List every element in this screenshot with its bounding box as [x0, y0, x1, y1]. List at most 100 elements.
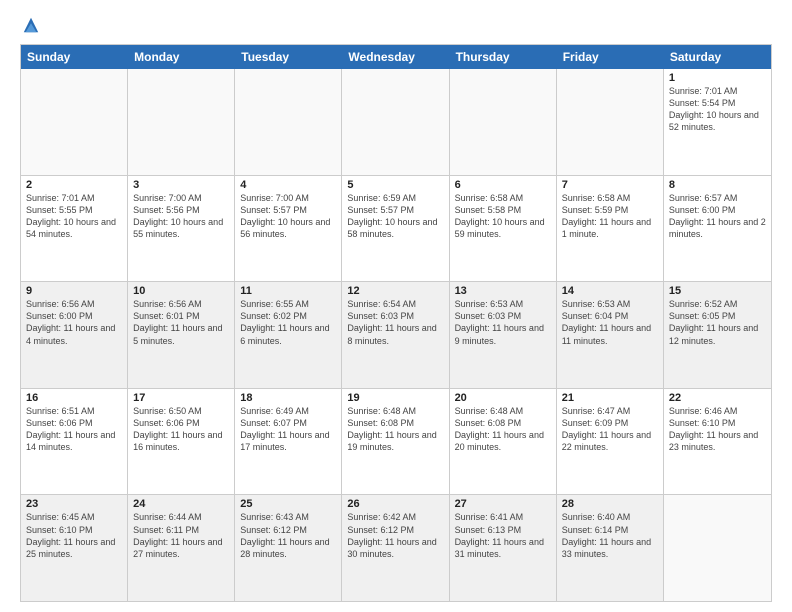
weekday-header: Thursday — [450, 45, 557, 69]
calendar-row: 2Sunrise: 7:01 AM Sunset: 5:55 PM Daylig… — [21, 176, 771, 283]
weekday-header: Friday — [557, 45, 664, 69]
day-number: 1 — [669, 72, 766, 84]
calendar-body: 1Sunrise: 7:01 AM Sunset: 5:54 PM Daylig… — [21, 69, 771, 601]
calendar-cell — [664, 495, 771, 601]
day-info: Sunrise: 6:46 AM Sunset: 6:10 PM Dayligh… — [669, 405, 766, 454]
logo — [20, 16, 40, 34]
calendar-cell — [557, 69, 664, 175]
day-number: 14 — [562, 285, 658, 297]
calendar-row: 9Sunrise: 6:56 AM Sunset: 6:00 PM Daylig… — [21, 282, 771, 389]
day-info: Sunrise: 6:45 AM Sunset: 6:10 PM Dayligh… — [26, 511, 122, 560]
day-info: Sunrise: 6:51 AM Sunset: 6:06 PM Dayligh… — [26, 405, 122, 454]
day-info: Sunrise: 6:56 AM Sunset: 6:00 PM Dayligh… — [26, 298, 122, 347]
page: SundayMondayTuesdayWednesdayThursdayFrid… — [0, 0, 792, 612]
day-number: 23 — [26, 498, 122, 510]
day-info: Sunrise: 6:44 AM Sunset: 6:11 PM Dayligh… — [133, 511, 229, 560]
day-info: Sunrise: 6:52 AM Sunset: 6:05 PM Dayligh… — [669, 298, 766, 347]
day-info: Sunrise: 6:47 AM Sunset: 6:09 PM Dayligh… — [562, 405, 658, 454]
calendar-cell: 5Sunrise: 6:59 AM Sunset: 5:57 PM Daylig… — [342, 176, 449, 282]
day-number: 10 — [133, 285, 229, 297]
day-number: 16 — [26, 392, 122, 404]
day-number: 17 — [133, 392, 229, 404]
calendar-cell: 13Sunrise: 6:53 AM Sunset: 6:03 PM Dayli… — [450, 282, 557, 388]
day-info: Sunrise: 6:55 AM Sunset: 6:02 PM Dayligh… — [240, 298, 336, 347]
calendar-cell: 3Sunrise: 7:00 AM Sunset: 5:56 PM Daylig… — [128, 176, 235, 282]
day-number: 18 — [240, 392, 336, 404]
calendar-cell: 4Sunrise: 7:00 AM Sunset: 5:57 PM Daylig… — [235, 176, 342, 282]
calendar-cell: 6Sunrise: 6:58 AM Sunset: 5:58 PM Daylig… — [450, 176, 557, 282]
calendar-cell: 24Sunrise: 6:44 AM Sunset: 6:11 PM Dayli… — [128, 495, 235, 601]
day-number: 13 — [455, 285, 551, 297]
day-number: 7 — [562, 179, 658, 191]
day-info: Sunrise: 7:00 AM Sunset: 5:56 PM Dayligh… — [133, 192, 229, 241]
day-info: Sunrise: 7:01 AM Sunset: 5:54 PM Dayligh… — [669, 85, 766, 134]
logo-icon — [22, 16, 40, 34]
day-info: Sunrise: 6:53 AM Sunset: 6:04 PM Dayligh… — [562, 298, 658, 347]
weekday-header: Saturday — [664, 45, 771, 69]
calendar-cell: 20Sunrise: 6:48 AM Sunset: 6:08 PM Dayli… — [450, 389, 557, 495]
day-number: 12 — [347, 285, 443, 297]
day-number: 20 — [455, 392, 551, 404]
calendar-cell: 7Sunrise: 6:58 AM Sunset: 5:59 PM Daylig… — [557, 176, 664, 282]
calendar-cell: 27Sunrise: 6:41 AM Sunset: 6:13 PM Dayli… — [450, 495, 557, 601]
day-info: Sunrise: 6:54 AM Sunset: 6:03 PM Dayligh… — [347, 298, 443, 347]
day-number: 15 — [669, 285, 766, 297]
day-number: 2 — [26, 179, 122, 191]
calendar-cell: 18Sunrise: 6:49 AM Sunset: 6:07 PM Dayli… — [235, 389, 342, 495]
weekday-header: Monday — [128, 45, 235, 69]
day-number: 28 — [562, 498, 658, 510]
calendar-cell: 12Sunrise: 6:54 AM Sunset: 6:03 PM Dayli… — [342, 282, 449, 388]
day-number: 22 — [669, 392, 766, 404]
day-info: Sunrise: 6:59 AM Sunset: 5:57 PM Dayligh… — [347, 192, 443, 241]
calendar-row: 16Sunrise: 6:51 AM Sunset: 6:06 PM Dayli… — [21, 389, 771, 496]
day-info: Sunrise: 6:56 AM Sunset: 6:01 PM Dayligh… — [133, 298, 229, 347]
calendar-cell: 23Sunrise: 6:45 AM Sunset: 6:10 PM Dayli… — [21, 495, 128, 601]
day-info: Sunrise: 6:42 AM Sunset: 6:12 PM Dayligh… — [347, 511, 443, 560]
day-info: Sunrise: 6:41 AM Sunset: 6:13 PM Dayligh… — [455, 511, 551, 560]
calendar-cell: 26Sunrise: 6:42 AM Sunset: 6:12 PM Dayli… — [342, 495, 449, 601]
day-info: Sunrise: 6:43 AM Sunset: 6:12 PM Dayligh… — [240, 511, 336, 560]
calendar-cell: 2Sunrise: 7:01 AM Sunset: 5:55 PM Daylig… — [21, 176, 128, 282]
calendar-row: 23Sunrise: 6:45 AM Sunset: 6:10 PM Dayli… — [21, 495, 771, 601]
day-info: Sunrise: 7:00 AM Sunset: 5:57 PM Dayligh… — [240, 192, 336, 241]
calendar-cell — [235, 69, 342, 175]
day-number: 4 — [240, 179, 336, 191]
calendar-cell: 19Sunrise: 6:48 AM Sunset: 6:08 PM Dayli… — [342, 389, 449, 495]
day-number: 3 — [133, 179, 229, 191]
day-number: 8 — [669, 179, 766, 191]
calendar-cell: 21Sunrise: 6:47 AM Sunset: 6:09 PM Dayli… — [557, 389, 664, 495]
calendar-cell: 9Sunrise: 6:56 AM Sunset: 6:00 PM Daylig… — [21, 282, 128, 388]
calendar-cell: 25Sunrise: 6:43 AM Sunset: 6:12 PM Dayli… — [235, 495, 342, 601]
day-number: 19 — [347, 392, 443, 404]
weekday-header: Wednesday — [342, 45, 449, 69]
calendar-cell: 8Sunrise: 6:57 AM Sunset: 6:00 PM Daylig… — [664, 176, 771, 282]
day-number: 21 — [562, 392, 658, 404]
day-info: Sunrise: 6:49 AM Sunset: 6:07 PM Dayligh… — [240, 405, 336, 454]
day-number: 26 — [347, 498, 443, 510]
calendar-cell — [21, 69, 128, 175]
day-number: 24 — [133, 498, 229, 510]
day-number: 9 — [26, 285, 122, 297]
calendar-cell: 14Sunrise: 6:53 AM Sunset: 6:04 PM Dayli… — [557, 282, 664, 388]
day-info: Sunrise: 6:58 AM Sunset: 5:59 PM Dayligh… — [562, 192, 658, 241]
day-number: 6 — [455, 179, 551, 191]
day-info: Sunrise: 6:50 AM Sunset: 6:06 PM Dayligh… — [133, 405, 229, 454]
calendar-cell: 16Sunrise: 6:51 AM Sunset: 6:06 PM Dayli… — [21, 389, 128, 495]
day-info: Sunrise: 6:48 AM Sunset: 6:08 PM Dayligh… — [455, 405, 551, 454]
calendar-cell: 1Sunrise: 7:01 AM Sunset: 5:54 PM Daylig… — [664, 69, 771, 175]
day-info: Sunrise: 6:40 AM Sunset: 6:14 PM Dayligh… — [562, 511, 658, 560]
day-info: Sunrise: 6:58 AM Sunset: 5:58 PM Dayligh… — [455, 192, 551, 241]
day-number: 11 — [240, 285, 336, 297]
calendar-cell — [450, 69, 557, 175]
calendar: SundayMondayTuesdayWednesdayThursdayFrid… — [20, 44, 772, 602]
calendar-row: 1Sunrise: 7:01 AM Sunset: 5:54 PM Daylig… — [21, 69, 771, 176]
calendar-cell: 11Sunrise: 6:55 AM Sunset: 6:02 PM Dayli… — [235, 282, 342, 388]
calendar-header: SundayMondayTuesdayWednesdayThursdayFrid… — [21, 45, 771, 69]
calendar-cell: 17Sunrise: 6:50 AM Sunset: 6:06 PM Dayli… — [128, 389, 235, 495]
day-info: Sunrise: 7:01 AM Sunset: 5:55 PM Dayligh… — [26, 192, 122, 241]
day-info: Sunrise: 6:48 AM Sunset: 6:08 PM Dayligh… — [347, 405, 443, 454]
header — [20, 16, 772, 34]
day-number: 27 — [455, 498, 551, 510]
day-number: 25 — [240, 498, 336, 510]
calendar-cell: 28Sunrise: 6:40 AM Sunset: 6:14 PM Dayli… — [557, 495, 664, 601]
